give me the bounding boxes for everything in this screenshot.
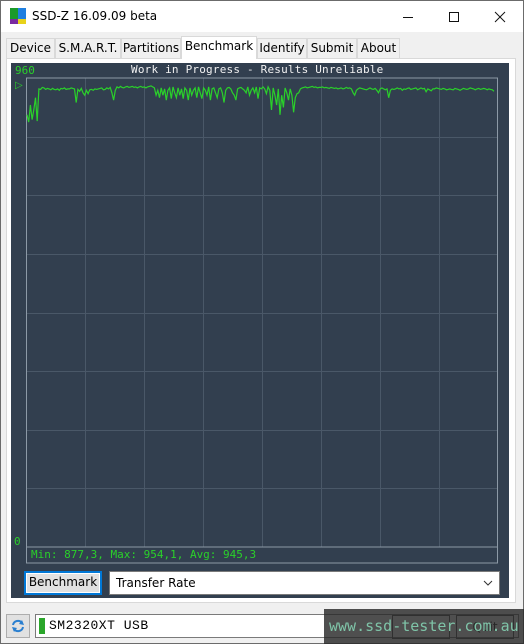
chart-title: Work in Progress - Results Unreliable <box>131 63 384 76</box>
tab-benchmark[interactable]: Benchmark <box>181 36 257 59</box>
chart-stats: Min: 877,3, Max: 954,1, Avg: 945,3 <box>31 548 257 561</box>
chart-grid <box>26 78 498 547</box>
device-name: SM2320XT USB <box>49 618 149 633</box>
benchmark-mode-select[interactable]: Transfer Rate <box>109 571 500 595</box>
transfer-rate-line <box>26 85 495 123</box>
device-status-indicator <box>39 618 45 634</box>
watermark-text: www.ssd-tester.com.au <box>329 617 519 635</box>
chart-points <box>27 86 494 122</box>
benchmark-mode-value: Transfer Rate <box>116 576 196 590</box>
current-value-marker-icon: ▷ <box>15 80 23 91</box>
refresh-icon <box>12 619 24 633</box>
chevron-down-icon <box>483 572 493 602</box>
refresh-button[interactable] <box>6 614 30 638</box>
y-axis-min-label: 0 <box>14 535 21 548</box>
benchmark-button[interactable]: Benchmark <box>24 571 102 595</box>
y-axis-max-label: 960 <box>15 64 35 77</box>
